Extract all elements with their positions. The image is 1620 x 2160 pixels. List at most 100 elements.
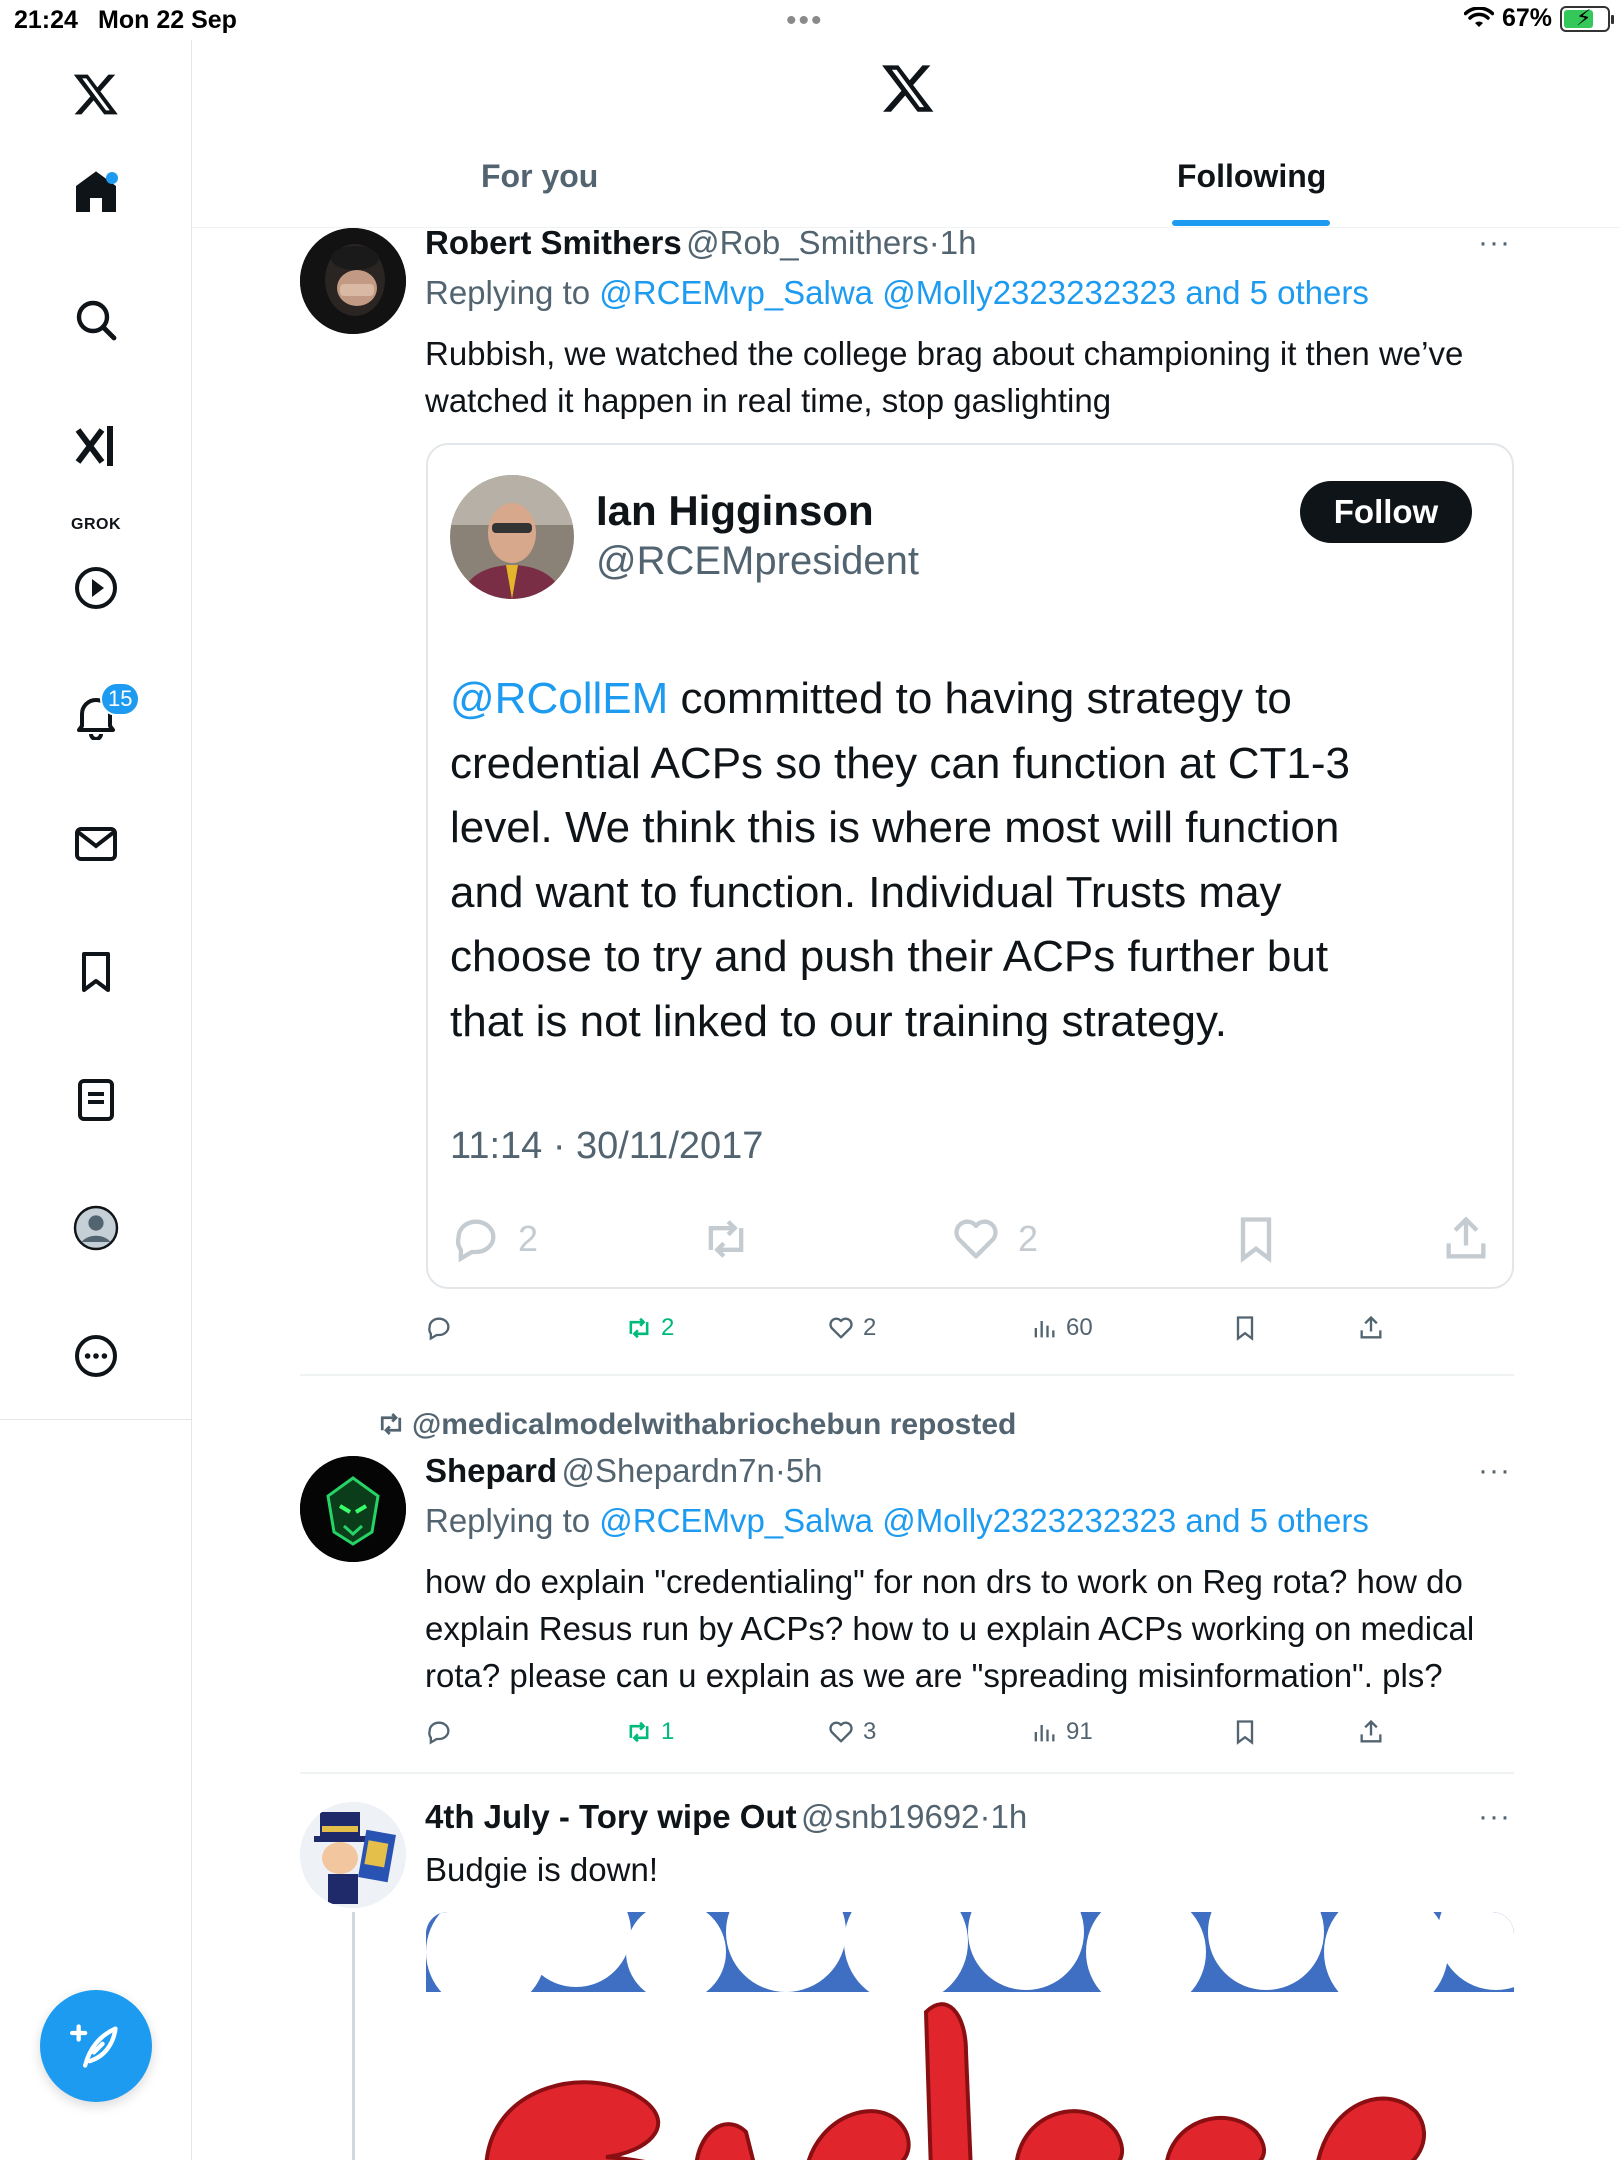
avatar[interactable]	[300, 228, 406, 334]
reply-button[interactable]	[425, 1314, 453, 1342]
status-bar: 21:24 Mon 22 Sep ••• 67% ⚡	[0, 0, 1620, 40]
share-button[interactable]	[1357, 1718, 1385, 1746]
unread-dot	[106, 172, 118, 184]
repost-count: 2	[661, 1314, 675, 1341]
author-handle[interactable]: @Shepardn7n	[562, 1452, 775, 1489]
post-time[interactable]: 5h	[786, 1452, 823, 1489]
author-name[interactable]: Robert Smithers	[425, 224, 682, 261]
compose-feather-icon	[70, 2024, 118, 2068]
replying-to: Replying to @RCEMvp_Salwa @Molly23232323…	[425, 1502, 1369, 1539]
quote-author-handle: @RCEMpresident	[596, 539, 919, 583]
more-icon[interactable]	[66, 1326, 126, 1386]
quote-avatar	[450, 475, 574, 599]
x-logo-icon[interactable]	[66, 64, 126, 124]
views-button[interactable]: 60	[1030, 1314, 1093, 1342]
repost-icon	[708, 1220, 744, 1258]
battery-icon: ⚡	[1560, 5, 1614, 32]
post-time[interactable]: 1h	[940, 224, 977, 261]
author-name[interactable]: 4th July - Tory wipe Out	[425, 1798, 797, 1835]
avatar[interactable]	[300, 1456, 406, 1562]
share-icon	[1360, 1315, 1382, 1339]
repost-context: @medicalmodelwithabriochebun reposted	[376, 1408, 1016, 1442]
timeline-header: For you Following	[192, 40, 1620, 228]
quote-action-bar: 2 2	[450, 1213, 1490, 1273]
reply-mentions[interactable]: @RCEMvp_Salwa @Molly2323232323 and 5 oth…	[599, 1502, 1369, 1539]
reply-icon	[428, 1721, 450, 1745]
view-count: 91	[1066, 1718, 1093, 1745]
sidebar: GROK 15	[0, 40, 192, 2160]
post-action-bar: 1 3 91	[425, 1714, 1425, 1750]
multitasking-dots-icon[interactable]: •••	[786, 4, 824, 38]
quote-text: @RCollEM committed to having strategy to…	[450, 674, 1351, 1046]
post-time[interactable]: 1h	[991, 1798, 1028, 1835]
like-icon	[954, 1219, 998, 1259]
lists-icon[interactable]	[66, 1070, 126, 1130]
quote-author-name: Ian Higginson	[596, 487, 874, 534]
repost-button[interactable]: 1	[625, 1718, 674, 1746]
post-divider	[300, 1374, 1514, 1376]
replying-to: Replying to @RCEMvp_Salwa @Molly23232323…	[425, 274, 1369, 311]
avatar[interactable]	[300, 1802, 406, 1908]
tab-for-you[interactable]: For you	[481, 158, 598, 195]
views-button[interactable]: 91	[1030, 1718, 1093, 1746]
views-icon	[1034, 1321, 1055, 1338]
post-action-bar: 2 2 60	[425, 1310, 1425, 1346]
home-icon[interactable]	[66, 162, 126, 222]
view-count: 60	[1066, 1314, 1093, 1341]
more-options-icon[interactable]: ···	[1478, 226, 1511, 260]
post-divider	[300, 1772, 1514, 1774]
share-icon	[1446, 1216, 1486, 1259]
post-text-line: watched it happen in real time, stop gas…	[425, 382, 1112, 419]
grok-label: GROK	[71, 516, 121, 533]
quote-timestamp: 11:14 · 30/11/2017	[450, 1125, 764, 1167]
author-handle[interactable]: @snb19692	[801, 1798, 979, 1835]
bookmark-icon	[1236, 1720, 1254, 1745]
follow-button: Follow	[1300, 481, 1472, 543]
reply-mentions[interactable]: @RCEMvp_Salwa @Molly2323232323 and 5 oth…	[599, 274, 1369, 311]
author-handle[interactable]: @Rob_Smithers	[686, 224, 929, 261]
wifi-icon	[1463, 6, 1494, 27]
author-name[interactable]: Shepard	[425, 1452, 557, 1489]
x-logo-icon[interactable]	[880, 60, 936, 116]
repost-icon	[629, 1721, 649, 1743]
like-button[interactable]: 3	[827, 1718, 876, 1746]
video-icon[interactable]	[66, 558, 126, 618]
grok-icon[interactable]	[66, 416, 126, 476]
battery-percent: 67%	[1501, 4, 1552, 32]
profile-icon[interactable]	[66, 1198, 126, 1258]
compose-button[interactable]	[40, 1990, 152, 2102]
repost-count: 1	[661, 1718, 675, 1745]
quoted-tweet-screenshot[interactable]: Ian Higginson @RCEMpresident Follow @RCo…	[426, 443, 1514, 1289]
like-icon	[829, 1317, 853, 1339]
messages-icon[interactable]	[66, 814, 126, 874]
post-text-line: Rubbish, we watched the college brag abo…	[425, 335, 1464, 372]
reply-icon	[455, 1219, 496, 1263]
like-icon	[829, 1721, 853, 1743]
bookmarks-icon[interactable]	[66, 942, 126, 1002]
more-options-icon[interactable]: ···	[1478, 1454, 1511, 1488]
bookmark-icon	[1236, 1316, 1254, 1341]
share-button[interactable]	[1357, 1314, 1385, 1342]
post-image[interactable]	[426, 1912, 1514, 2160]
share-icon	[1360, 1719, 1382, 1743]
reply-icon	[428, 1317, 450, 1341]
active-tab-indicator	[1172, 220, 1330, 226]
more-options-icon[interactable]: ···	[1478, 1800, 1511, 1834]
search-icon[interactable]	[66, 290, 126, 350]
post-text-line: how do explain "credentialing" for non d…	[425, 1563, 1463, 1600]
bookmark-button[interactable]	[1231, 1314, 1259, 1342]
reply-button[interactable]	[425, 1718, 453, 1746]
bookmark-button[interactable]	[1231, 1718, 1259, 1746]
thread-line	[352, 1912, 355, 2160]
repost-icon	[380, 1413, 402, 1435]
status-time: 21:24	[14, 6, 78, 34]
tab-following[interactable]: Following	[1177, 158, 1326, 195]
status-date: Mon 22 Sep	[98, 6, 237, 34]
post-text-line: explain Resus run by ACPs? how to u expl…	[425, 1610, 1475, 1647]
views-icon	[1034, 1725, 1055, 1742]
like-count: 3	[863, 1718, 877, 1745]
bookmark-icon	[1240, 1217, 1272, 1263]
notifications-badge: 15	[100, 682, 141, 716]
repost-button[interactable]: 2	[625, 1314, 674, 1342]
like-button[interactable]: 2	[827, 1314, 876, 1342]
